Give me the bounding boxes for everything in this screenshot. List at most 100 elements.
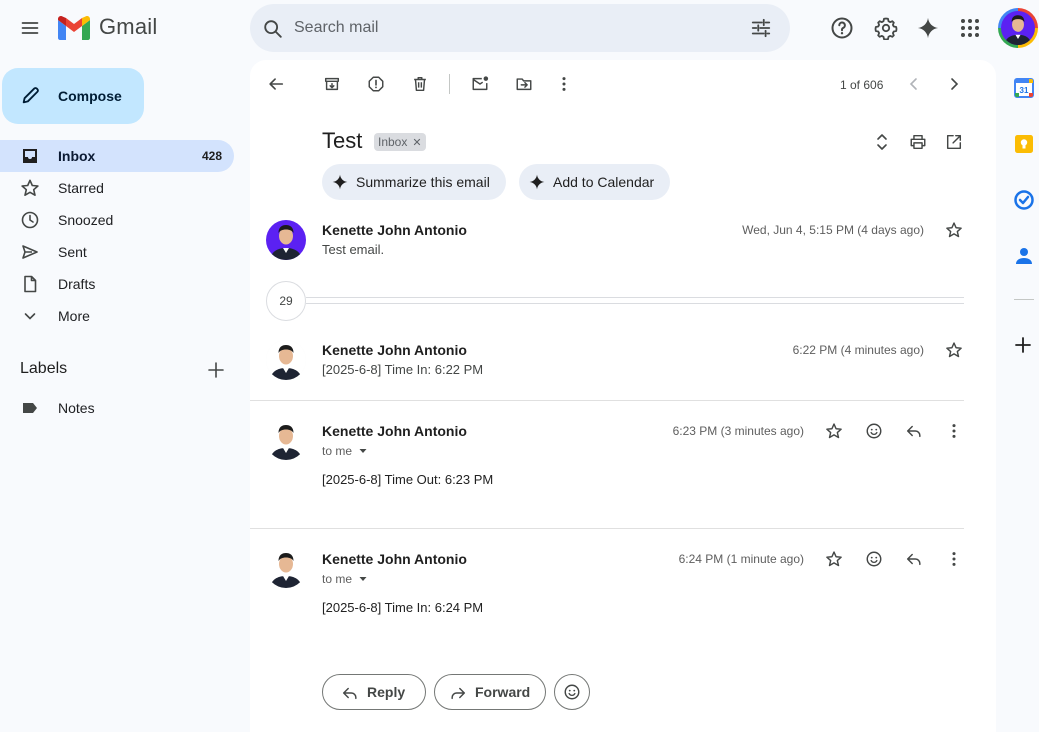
message-body: [2025-6-8] Time In: 6:24 PM xyxy=(322,600,484,615)
recipients-toggle[interactable]: to me xyxy=(322,444,368,458)
hamburger-icon xyxy=(21,22,39,34)
tasks-app-button[interactable] xyxy=(1014,190,1034,210)
inbox-label-chip: Inbox ✕ xyxy=(374,133,426,151)
calendar-app-button[interactable]: 31 xyxy=(1014,78,1034,98)
contacts-app-button[interactable] xyxy=(1014,246,1034,266)
settings-button[interactable] xyxy=(866,8,906,48)
apps-grid-icon xyxy=(961,19,979,37)
unread-count: 428 xyxy=(201,149,222,163)
gmail-logo[interactable] xyxy=(58,16,90,40)
move-to-folder-icon xyxy=(516,78,532,91)
support-button[interactable] xyxy=(822,8,862,48)
forward-icon xyxy=(451,687,466,700)
rail-divider xyxy=(1014,299,1034,300)
search-bar[interactable] xyxy=(250,4,790,52)
star-icon xyxy=(946,222,962,238)
sidebar-item-label: More xyxy=(58,308,90,324)
message-snippet: Test email. xyxy=(322,242,385,257)
reading-pane: 1 of 606 Test Inbox ✕ Summarize this ema… xyxy=(250,60,996,732)
chevron-right-icon xyxy=(951,78,959,90)
add-reaction-button[interactable] xyxy=(858,415,890,447)
expand-all-button[interactable] xyxy=(866,126,898,158)
star-button[interactable] xyxy=(938,214,970,246)
emoji-icon xyxy=(564,684,580,700)
apps-button[interactable] xyxy=(950,8,990,48)
sidebar-item-more[interactable]: More xyxy=(0,300,234,332)
account-button[interactable] xyxy=(998,8,1038,48)
recipients-toggle[interactable]: to me xyxy=(322,572,368,586)
chip-label: Inbox xyxy=(378,135,408,149)
sidebar-item-starred[interactable]: Starred xyxy=(0,172,234,204)
sparkle-icon xyxy=(332,174,348,190)
sparkle-icon xyxy=(917,17,939,39)
sender-name: Kenette John Antonio xyxy=(322,551,467,567)
labels-heading: Labels xyxy=(20,360,68,377)
sidebar-item-snoozed[interactable]: Snoozed xyxy=(0,204,234,236)
message-time: 6:22 PM (4 minutes ago) xyxy=(792,343,924,357)
send-icon xyxy=(22,245,38,259)
sender-avatar xyxy=(266,340,306,380)
delete-button[interactable] xyxy=(404,68,436,100)
forward-button[interactable]: Forward xyxy=(434,674,546,710)
calendar-day: 31 xyxy=(1020,86,1029,95)
sidebar-item-sent[interactable]: Sent xyxy=(0,236,234,268)
add-reaction-button[interactable] xyxy=(858,543,890,575)
newer-button[interactable] xyxy=(898,68,930,100)
search-input[interactable] xyxy=(294,4,734,52)
move-to-button[interactable] xyxy=(508,68,540,100)
pencil-icon xyxy=(22,87,39,104)
message-row-2[interactable]: Kenette John Antonio [2025-6-8] Time In:… xyxy=(250,330,996,400)
message-more-button[interactable] xyxy=(938,543,970,575)
chevron-down-icon xyxy=(24,313,36,320)
summarize-button[interactable]: Summarize this email xyxy=(322,164,506,200)
sidebar-item-inbox[interactable]: Inbox 428 xyxy=(0,140,234,172)
back-button[interactable] xyxy=(260,68,292,100)
message-divider xyxy=(250,528,964,529)
compose-button[interactable]: Compose xyxy=(2,68,144,124)
star-button[interactable] xyxy=(938,334,970,366)
search-icon[interactable] xyxy=(262,18,284,40)
main-menu-button[interactable] xyxy=(10,8,50,48)
contacts-icon xyxy=(1016,248,1032,264)
sidebar-label-notes[interactable]: Notes xyxy=(0,392,234,424)
forward-label: Forward xyxy=(475,684,531,700)
keep-icon xyxy=(1015,135,1033,153)
plus-icon xyxy=(208,362,224,378)
message-expanded-4: Kenette John Antonio to me 6:24 PM (1 mi… xyxy=(250,540,996,650)
sparkle-icon xyxy=(529,174,545,190)
reply-all-button[interactable]: Reply xyxy=(322,674,426,710)
search-options-icon[interactable] xyxy=(750,17,772,39)
message-more-button[interactable] xyxy=(938,415,970,447)
sidebar-item-drafts[interactable]: Drafts xyxy=(0,268,234,300)
reply-button[interactable] xyxy=(898,543,930,575)
keep-app-button[interactable] xyxy=(1014,134,1034,154)
report-spam-button[interactable] xyxy=(360,68,392,100)
get-addons-button[interactable] xyxy=(1014,336,1034,356)
email-subject: Test xyxy=(322,128,363,153)
reply-icon xyxy=(906,425,921,438)
open-new-window-button[interactable] xyxy=(938,126,970,158)
message-body: [2025-6-8] Time Out: 6:23 PM xyxy=(322,472,494,487)
add-addon-icon xyxy=(1015,337,1031,353)
archive-button[interactable] xyxy=(316,68,348,100)
open-in-new-icon xyxy=(946,134,962,150)
sidebar-item-label: Starred xyxy=(58,180,104,196)
collapsed-messages-button[interactable]: 29 xyxy=(266,281,306,321)
print-button[interactable] xyxy=(902,126,934,158)
sender-name: Kenette John Antonio xyxy=(322,342,467,358)
star-button[interactable] xyxy=(818,415,850,447)
create-label-button[interactable] xyxy=(200,354,232,386)
star-button[interactable] xyxy=(818,543,850,575)
gemini-button[interactable] xyxy=(908,8,948,48)
trash-icon xyxy=(414,76,426,92)
add-to-calendar-button[interactable]: Add to Calendar xyxy=(519,164,671,200)
react-button[interactable] xyxy=(554,674,590,710)
compose-label: Compose xyxy=(58,88,122,104)
mark-unread-button[interactable] xyxy=(464,68,496,100)
reply-button[interactable] xyxy=(898,415,930,447)
message-row-1[interactable]: Kenette John Antonio Test email. Wed, Ju… xyxy=(250,210,996,270)
remove-label-icon[interactable]: ✕ xyxy=(412,136,421,149)
pager-text: 1 of 606 xyxy=(840,78,884,92)
more-actions-button[interactable] xyxy=(548,68,580,100)
older-button[interactable] xyxy=(938,68,970,100)
